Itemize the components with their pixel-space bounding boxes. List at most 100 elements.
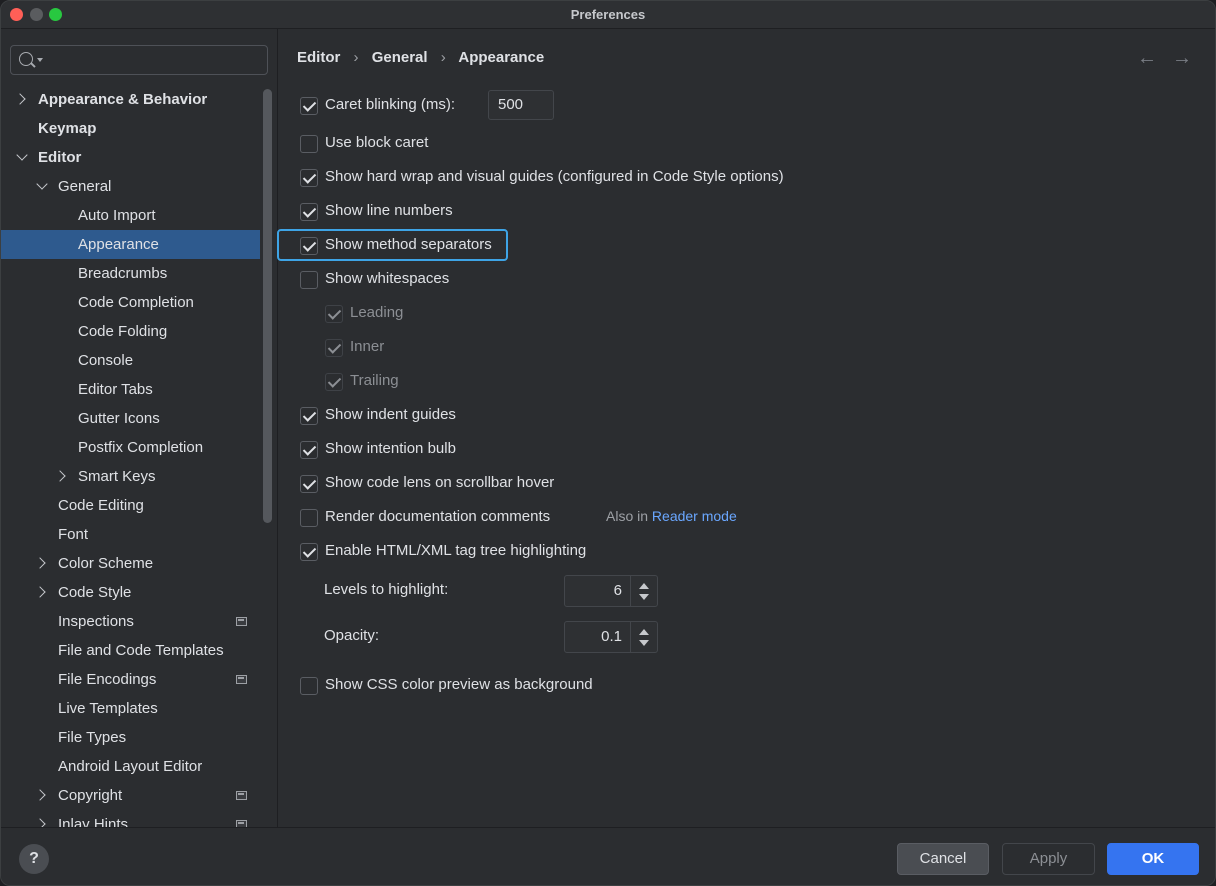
chevron-right-icon[interactable]	[34, 557, 46, 569]
help-button[interactable]: ?	[19, 844, 49, 874]
show-whitespaces-checkbox[interactable]	[300, 271, 318, 289]
sidebar-scrollbar[interactable]	[263, 89, 272, 523]
levels-spinner[interactable]: 6	[564, 575, 658, 607]
use-block-caret-checkbox[interactable]	[300, 135, 318, 153]
css-preview-label: Show CSS color preview as background	[325, 676, 593, 693]
chevron-down-icon[interactable]	[16, 149, 28, 161]
sidebar-item-label: Inspections	[58, 613, 134, 630]
show-code-lens-on-scrollbar-hover-checkbox[interactable]	[300, 475, 318, 493]
use-block-caret-label: Use block caret	[325, 134, 429, 151]
sidebar-item-file-and-code-templates[interactable]: File and Code Templates	[1, 636, 260, 665]
sidebar-item-label: Live Templates	[58, 700, 158, 717]
sidebar-item-appearance[interactable]: Appearance	[1, 230, 260, 259]
css-preview-checkbox[interactable]	[300, 677, 318, 695]
sidebar-item-font[interactable]: Font	[1, 520, 260, 549]
search-input[interactable]	[10, 45, 268, 75]
sidebar-item-code-editing[interactable]: Code Editing	[1, 491, 260, 520]
decrement-icon[interactable]	[639, 640, 649, 646]
sidebar-item-label: Inlay Hints	[58, 816, 129, 827]
sidebar-item-console[interactable]: Console	[1, 346, 260, 375]
decrement-icon[interactable]	[639, 594, 649, 600]
sidebar-item-code-style[interactable]: Code Style	[1, 578, 260, 607]
trailing-label: Trailing	[350, 372, 399, 389]
ok-button[interactable]: OK	[1107, 843, 1199, 875]
chevron-right-icon[interactable]	[34, 586, 46, 598]
sidebar-item-label: Code Editing	[58, 497, 144, 514]
sidebar-item-code-folding[interactable]: Code Folding	[1, 317, 260, 346]
chevron-right-icon[interactable]	[34, 789, 46, 801]
sidebar-item-editor-tabs[interactable]: Editor Tabs	[1, 375, 260, 404]
sidebar-item-label: Breadcrumbs	[78, 265, 168, 282]
caret-blinking-checkbox[interactable]	[300, 97, 318, 115]
forward-arrow-icon[interactable]: →	[1172, 47, 1192, 70]
breadcrumb-item-general[interactable]: General	[372, 49, 428, 66]
sidebar-item-color-scheme[interactable]: Color Scheme	[1, 549, 260, 578]
opacity-label: Opacity:	[324, 627, 380, 644]
chevron-right-icon[interactable]	[14, 93, 26, 105]
sidebar-item-general[interactable]: General	[1, 172, 260, 201]
enable-html-xml-tag-tree-highlighting-label: Enable HTML/XML tag tree highlighting	[325, 542, 587, 559]
sidebar-item-label: Code Style	[58, 584, 132, 601]
sidebar-item-label: Copyright	[58, 787, 123, 804]
sidebar-item-label: Console	[78, 352, 134, 369]
sidebar-item-copyright[interactable]: Copyright	[1, 781, 260, 810]
sidebar-item-editor[interactable]: Editor	[1, 143, 260, 172]
sidebar-item-code-completion[interactable]: Code Completion	[1, 288, 260, 317]
project-scope-icon	[236, 791, 247, 800]
breadcrumb-item-editor[interactable]: Editor	[297, 49, 340, 66]
sidebar-item-label: Editor	[38, 149, 82, 166]
chevron-down-icon[interactable]	[36, 178, 48, 190]
levels-value[interactable]: 6	[565, 582, 622, 599]
apply-button[interactable]: Apply	[1002, 843, 1095, 875]
sidebar-item-label: Keymap	[38, 120, 97, 137]
show-hard-wrap-and-visual-guides-configured-in-code-style-options-label: Show hard wrap and visual guides (config…	[325, 168, 784, 185]
enable-html-xml-tag-tree-highlighting-checkbox[interactable]	[300, 543, 318, 561]
sidebar-item-postfix-completion[interactable]: Postfix Completion	[1, 433, 260, 462]
sidebar-item-inlay-hints[interactable]: Inlay Hints	[1, 810, 260, 827]
sidebar-item-file-encodings[interactable]: File Encodings	[1, 665, 260, 694]
cancel-button[interactable]: Cancel	[897, 843, 989, 875]
increment-icon[interactable]	[639, 583, 649, 589]
increment-icon[interactable]	[639, 629, 649, 635]
reader-mode-link[interactable]: Reader mode	[652, 508, 737, 524]
sidebar-item-file-types[interactable]: File Types	[1, 723, 260, 752]
sidebar-item-label: Smart Keys	[78, 468, 156, 485]
chevron-right-icon[interactable]	[54, 470, 66, 482]
sidebar-item-label: Font	[58, 526, 89, 543]
caret-blinking-input[interactable]: 500	[488, 90, 554, 120]
show-indent-guides-checkbox[interactable]	[300, 407, 318, 425]
project-scope-icon	[236, 820, 247, 827]
sidebar-item-label: Appearance	[78, 236, 159, 253]
breadcrumb-separator: ›	[440, 49, 446, 66]
render-documentation-comments-checkbox[interactable]	[300, 509, 318, 527]
back-arrow-icon[interactable]: ←	[1137, 47, 1157, 70]
sidebar-item-appearance-behavior[interactable]: Appearance & Behavior	[1, 85, 260, 114]
show-indent-guides-label: Show indent guides	[325, 406, 456, 423]
sidebar-item-label: Code Completion	[78, 294, 194, 311]
also-in-note: Also in Reader mode	[606, 508, 737, 524]
sidebar-item-inspections[interactable]: Inspections	[1, 607, 260, 636]
opacity-spinner[interactable]: 0.1	[564, 621, 658, 653]
show-line-numbers-checkbox[interactable]	[300, 203, 318, 221]
breadcrumb: Editor › General › Appearance	[297, 49, 544, 66]
show-intention-bulb-checkbox[interactable]	[300, 441, 318, 459]
caret-blinking-label: Caret blinking (ms):	[325, 96, 456, 113]
sidebar-item-breadcrumbs[interactable]: Breadcrumbs	[1, 259, 260, 288]
sidebar-item-android-layout-editor[interactable]: Android Layout Editor	[1, 752, 260, 781]
sidebar-item-label: Color Scheme	[58, 555, 154, 572]
chevron-right-icon[interactable]	[34, 818, 46, 827]
sidebar-item-keymap[interactable]: Keymap	[1, 114, 260, 143]
settings-content: Editor › General › Appearance ← → Caret …	[279, 29, 1215, 827]
sidebar-item-label: File Encodings	[58, 671, 157, 688]
chevron-down-icon[interactable]	[37, 58, 43, 62]
opacity-value[interactable]: 0.1	[565, 628, 622, 645]
sidebar-item-live-templates[interactable]: Live Templates	[1, 694, 260, 723]
opacity-stepper[interactable]	[630, 622, 657, 652]
sidebar-item-auto-import[interactable]: Auto Import	[1, 201, 260, 230]
levels-stepper[interactable]	[630, 576, 657, 606]
show-hard-wrap-and-visual-guides-configured-in-code-style-options-checkbox[interactable]	[300, 169, 318, 187]
project-scope-icon	[236, 617, 247, 626]
sidebar-item-smart-keys[interactable]: Smart Keys	[1, 462, 260, 491]
leading-label: Leading	[350, 304, 404, 321]
sidebar-item-gutter-icons[interactable]: Gutter Icons	[1, 404, 260, 433]
